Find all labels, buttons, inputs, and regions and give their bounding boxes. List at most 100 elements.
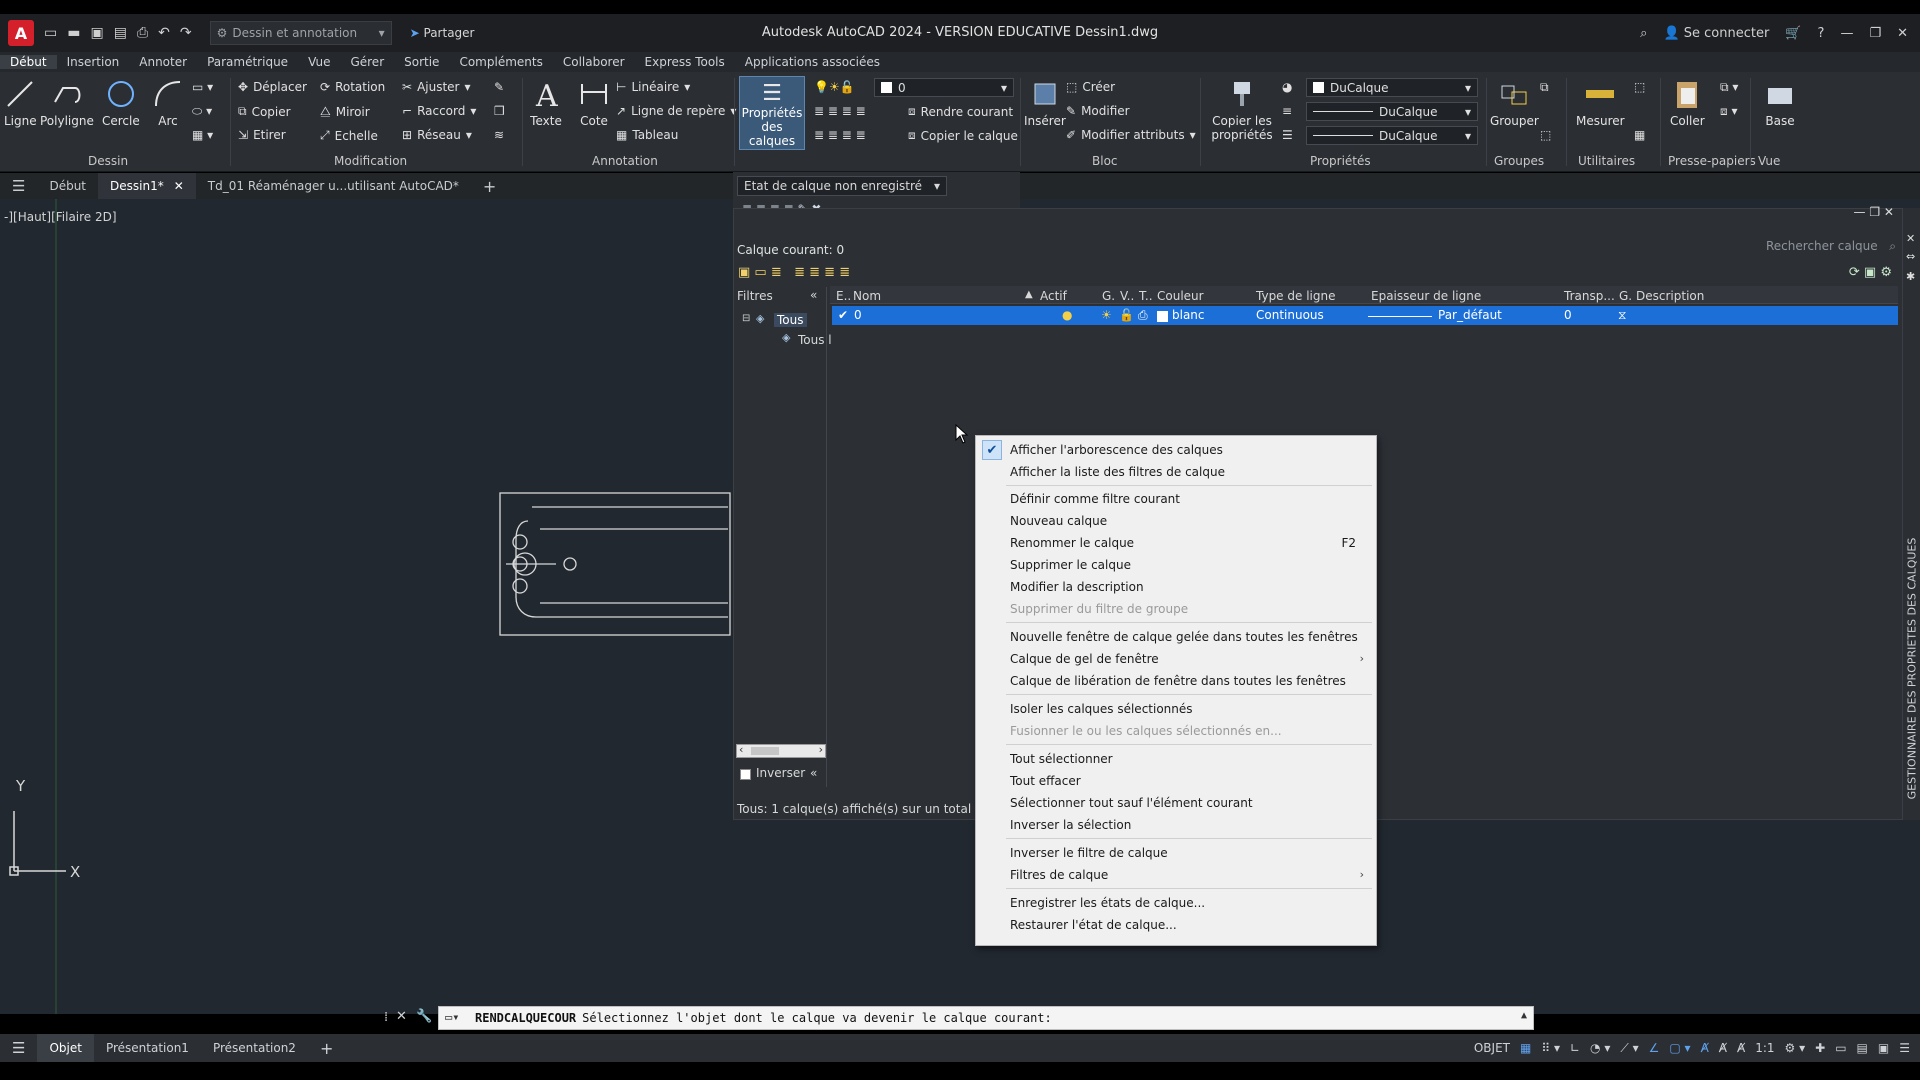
- tab-sortie[interactable]: Sortie: [394, 55, 449, 69]
- command-line[interactable]: ▭▾ RENDCALQUECOUR Sélectionnez l'objet d…: [438, 1006, 1534, 1030]
- close-tab-icon[interactable]: ✕: [174, 179, 184, 193]
- filter-all[interactable]: Tous: [774, 313, 807, 327]
- layout-tab-presentation2[interactable]: Présentation2: [201, 1034, 308, 1062]
- help-icon[interactable]: ?: [1818, 26, 1825, 41]
- array-button[interactable]: ⊞ Réseau ▾: [402, 128, 472, 142]
- minimize-icon[interactable]: —: [1840, 26, 1853, 41]
- group-button[interactable]: Grouper: [1490, 78, 1539, 128]
- tab-express-tools[interactable]: Express Tools: [635, 55, 735, 69]
- quick-select-icon[interactable]: ⬚: [1634, 80, 1645, 94]
- rotate-button[interactable]: ⟳ Rotation: [320, 80, 385, 94]
- make-current-button[interactable]: ⧈ Rendre courant: [908, 104, 1013, 119]
- app-logo[interactable]: A: [8, 20, 34, 46]
- col-plot[interactable]: G.: [1619, 289, 1632, 303]
- cut-copy-icon[interactable]: ⧉ ▾: [1720, 80, 1738, 95]
- layer-plot-printer-icon[interactable]: ⎙: [1138, 308, 1148, 323]
- menu-item-invert-selection[interactable]: Inverser la sélection: [1010, 818, 1131, 832]
- annotation-autoscale-icon[interactable]: Ⱥ: [1719, 1041, 1727, 1055]
- filter-scrollbar[interactable]: ‹ ›: [736, 743, 826, 758]
- copy-clip-icon[interactable]: ⧈ ▾: [1720, 104, 1737, 119]
- linetype-combo[interactable]: DuCalque ▾: [1306, 102, 1478, 121]
- line-button[interactable]: Ligne: [4, 78, 37, 128]
- menu-item-layer-filters[interactable]: Filtres de calque: [1010, 868, 1108, 882]
- scrollbar-thumb[interactable]: [751, 747, 779, 755]
- polyline-button[interactable]: Polyligne: [40, 78, 94, 128]
- menu-item-show-filter-list[interactable]: Afficher la liste des filtres de calque: [1010, 465, 1225, 479]
- ungroup-icon[interactable]: ⧉: [1540, 80, 1549, 95]
- layer-row-color[interactable]: blanc: [1172, 308, 1205, 322]
- tab-gerer[interactable]: Gérer: [340, 55, 394, 69]
- ortho-icon[interactable]: ∟: [1570, 1041, 1580, 1055]
- cmd-grip-icon[interactable]: ⁞: [384, 1010, 388, 1025]
- edit-attributes-button[interactable]: ✐ Modifier attributs ▾: [1066, 128, 1196, 142]
- tab-complements[interactable]: Compléments: [449, 55, 552, 69]
- measure-button[interactable]: Mesurer: [1576, 78, 1625, 128]
- move-button[interactable]: ✥ Déplacer: [238, 80, 307, 94]
- layer-tools-icon[interactable]: ≣ ≣ ≣ ≣: [814, 104, 866, 118]
- circle-button[interactable]: Cercle: [102, 78, 140, 128]
- layer-row-lineweight[interactable]: Par_défaut: [1438, 308, 1502, 322]
- current-layer-combo[interactable]: 0 ▾: [874, 78, 1014, 97]
- table-button[interactable]: ▦ Tableau: [616, 128, 678, 142]
- open-folder-icon[interactable]: ▬: [67, 25, 80, 41]
- menu-item-set-current-filter[interactable]: Définir comme filtre courant: [1010, 492, 1180, 506]
- hatch-icon[interactable]: ▦ ▾: [192, 128, 213, 142]
- layout-menu-icon[interactable]: ☰: [0, 1034, 37, 1062]
- layer-color-box[interactable]: [1157, 311, 1168, 322]
- close-icon[interactable]: ✕: [1897, 26, 1908, 41]
- menu-item-vp-freeze-layer[interactable]: Calque de gel de fenêtre: [1010, 652, 1159, 666]
- add-scale-icon[interactable]: ✚: [1815, 1041, 1825, 1055]
- layer-unlock-icon[interactable]: 🔓: [1119, 308, 1134, 322]
- fillet-button[interactable]: ⌐ Raccord ▾: [402, 104, 476, 118]
- new-file-icon[interactable]: ▭: [44, 25, 57, 41]
- new-vp-freeze-icon[interactable]: ⧖: [1618, 308, 1626, 323]
- palette-window-controls[interactable]: — ❐ ✕: [1854, 205, 1894, 219]
- cmd-customize-icon[interactable]: 🔧: [416, 1009, 432, 1024]
- mirror-button[interactable]: ⧋ Miroir: [320, 104, 370, 119]
- tab-annoter[interactable]: Annoter: [129, 55, 197, 69]
- model-space-toggle[interactable]: OBJET: [1474, 1041, 1510, 1055]
- rectangle-icon[interactable]: ▭ ▾: [192, 80, 213, 94]
- layer-properties-button[interactable]: ☰ Propriétés des calques: [739, 76, 805, 150]
- menu-item-save-layer-states[interactable]: Enregistrer les états de calque...: [1010, 896, 1205, 910]
- invert-checkbox[interactable]: [740, 769, 751, 780]
- text-button[interactable]: A Texte: [530, 78, 562, 128]
- copy-layer-button[interactable]: ⧈ Copier le calque: [908, 128, 1018, 143]
- layer-row-name[interactable]: 0: [854, 308, 862, 322]
- col-linetype[interactable]: Type de ligne: [1256, 289, 1335, 303]
- edit-block-button[interactable]: ✎ Modifier: [1066, 104, 1130, 118]
- menu-item-new-vp-frozen-layer[interactable]: Nouvelle fenêtre de calque gelée dans to…: [1010, 630, 1358, 644]
- color-combo[interactable]: DuCalque ▾: [1306, 78, 1478, 97]
- snap-icon[interactable]: ⠿ ▾: [1541, 1041, 1560, 1055]
- tree-expand-icon[interactable]: ⊟: [742, 313, 750, 324]
- scale-button[interactable]: ⤢ Echelle: [320, 128, 378, 143]
- save-as-icon[interactable]: ▤: [114, 25, 127, 41]
- workspace-gear-icon[interactable]: ⚙ ▾: [1785, 1041, 1806, 1055]
- new-tab-icon[interactable]: +: [471, 173, 508, 199]
- viewport-label[interactable]: -][Haut][Filaire 2D]: [4, 210, 117, 224]
- layout-tab-presentation1[interactable]: Présentation1: [94, 1034, 201, 1062]
- col-lock[interactable]: T..: [1139, 289, 1153, 303]
- col-freeze[interactable]: G.: [1102, 289, 1115, 303]
- palette-properties-icon[interactable]: ✱: [1906, 270, 1915, 283]
- menu-item-vp-thaw-layer[interactable]: Calque de libération de fenêtre dans tou…: [1010, 674, 1346, 688]
- menu-item-delete-layer[interactable]: Supprimer le calque: [1010, 558, 1131, 572]
- clean-screen-icon[interactable]: ▣: [1878, 1041, 1889, 1055]
- menu-item-invert-layer-filter[interactable]: Inverser le filtre de calque: [1010, 846, 1168, 860]
- col-status[interactable]: E..: [836, 289, 851, 303]
- insert-block-button[interactable]: Insérer: [1024, 78, 1066, 128]
- sign-in-button[interactable]: 👤 Se connecter: [1663, 26, 1769, 41]
- refresh-settings-icons[interactable]: ⟳ ▣ ⚙: [1849, 265, 1892, 280]
- cmd-close-icon[interactable]: ✕: [396, 1009, 407, 1024]
- col-name[interactable]: Nom: [853, 289, 881, 303]
- cmd-history-icon[interactable]: ▲: [1521, 1010, 1527, 1021]
- annotation-scale-value[interactable]: 1:1: [1755, 1041, 1774, 1055]
- customization-icon[interactable]: ☰: [1899, 1041, 1910, 1055]
- copy-button[interactable]: ⧉ Copier: [238, 104, 291, 119]
- arc-button[interactable]: Arc: [152, 78, 184, 128]
- paste-button[interactable]: Coller: [1670, 78, 1705, 128]
- menu-item-isolate-selected[interactable]: Isoler les calques sélectionnés: [1010, 702, 1193, 716]
- menu-item-restore-layer-state[interactable]: Restaurer l'état de calque...: [1010, 918, 1177, 932]
- polar-icon[interactable]: ◔ ▾: [1590, 1041, 1610, 1055]
- units-icon[interactable]: ▭: [1835, 1041, 1846, 1055]
